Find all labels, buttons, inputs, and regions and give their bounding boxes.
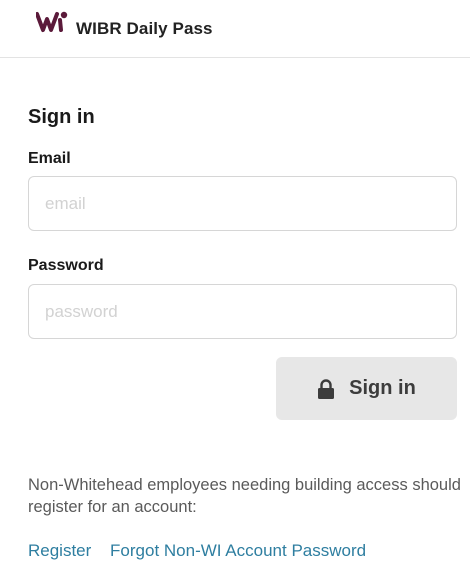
register-link[interactable]: Register (28, 541, 91, 560)
forgot-password-link[interactable]: Forgot Non-WI Account Password (110, 541, 366, 560)
signin-button[interactable]: Sign in (276, 357, 457, 420)
signin-button-label: Sign in (349, 377, 416, 399)
signin-heading: Sign in (28, 106, 95, 128)
footer-links: Register Forgot Non-WI Account Password (28, 541, 366, 561)
lock-icon (318, 378, 335, 399)
password-field[interactable] (28, 284, 457, 339)
app-header: WIBR Daily Pass (0, 0, 470, 58)
password-label: Password (28, 257, 104, 274)
registration-note: Non-Whitehead employees needing building… (28, 476, 461, 516)
email-field[interactable] (28, 176, 457, 231)
wi-logo-icon (36, 11, 68, 32)
app-title: WIBR Daily Pass (76, 19, 213, 38)
email-label: Email (28, 150, 71, 167)
